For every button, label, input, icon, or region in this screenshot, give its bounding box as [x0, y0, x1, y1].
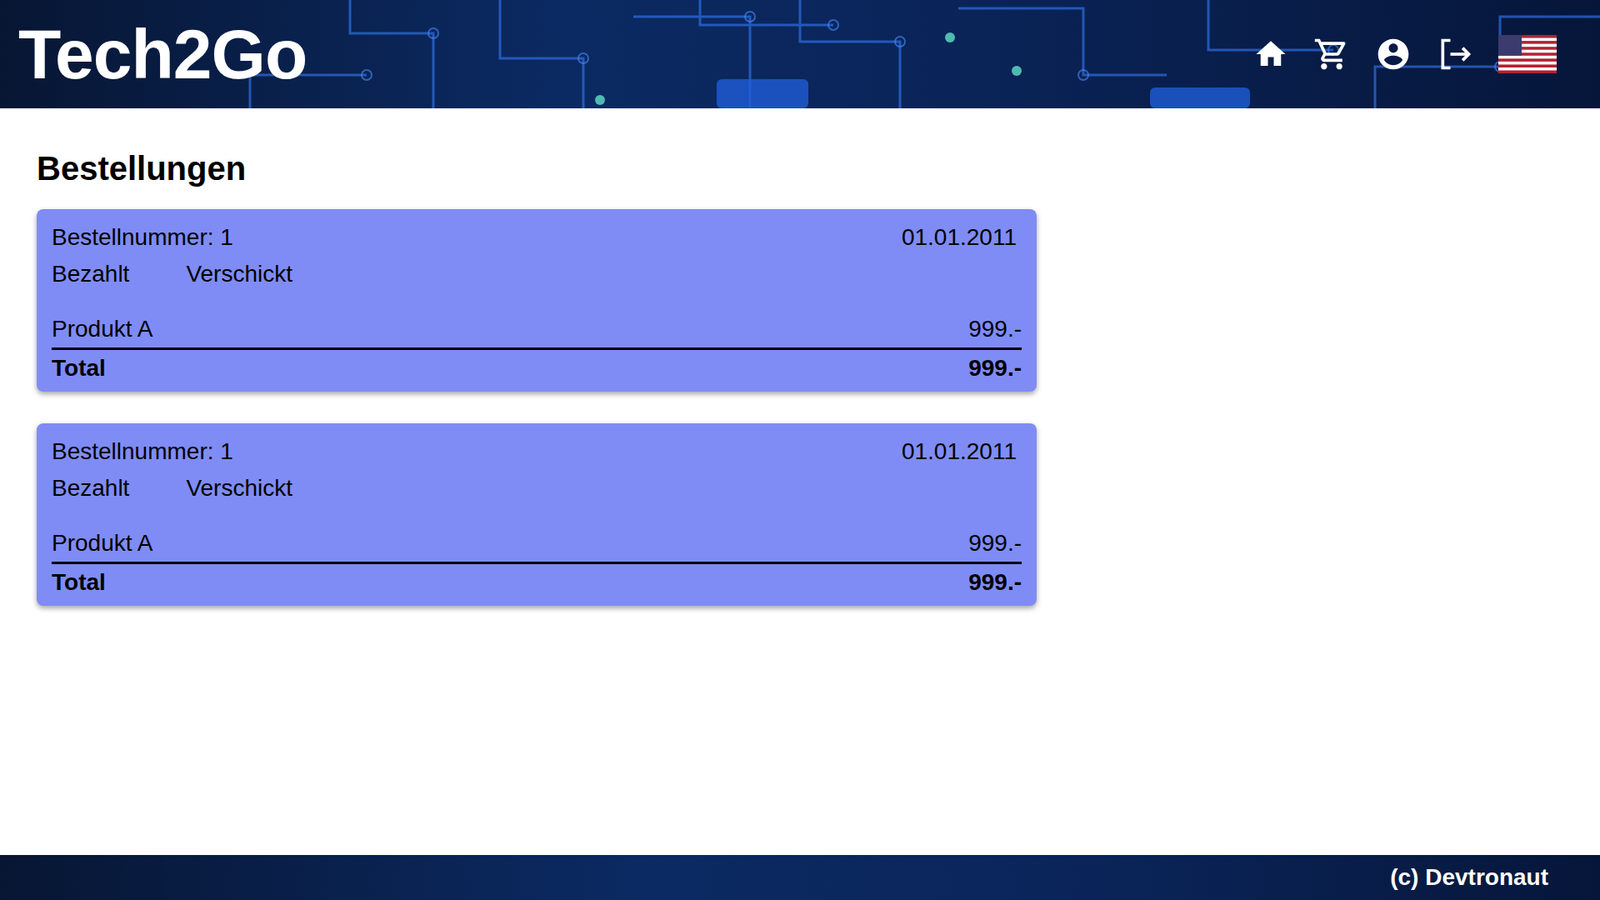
order-item: Produkt A 999.- [51, 525, 1022, 562]
order-number: Bestellnummer: 1 [51, 219, 234, 256]
main-nav [1253, 35, 1582, 74]
order-items: Produkt A 999.- [51, 525, 1022, 565]
order-status: Verschickt [185, 255, 293, 293]
logout-icon[interactable] [1436, 35, 1474, 73]
order-total: Total 999.- [51, 564, 1022, 601]
order-total: Total 999.- [51, 350, 1022, 387]
item-name: Produkt A [51, 525, 153, 562]
item-price: 999.- [968, 525, 1022, 562]
total-amount: 999.- [968, 350, 1022, 387]
order-header: Bestellnummer: 1 01.01.2011 [51, 433, 1022, 470]
order-number: Bestellnummer: 1 [51, 433, 234, 470]
order-header: Bestellnummer: 1 01.01.2011 [51, 219, 1022, 256]
copyright: (c) Devtronaut [1390, 860, 1549, 895]
total-label: Total [51, 350, 106, 387]
total-label: Total [51, 564, 106, 601]
order-date: 01.01.2011 [901, 219, 1022, 256]
logo[interactable]: Tech2Go [18, 19, 307, 90]
header: Tech2Go [0, 0, 1600, 109]
order-card: Bestellnummer: 1 01.01.2011 Bezahlt Verschi… [36, 423, 1037, 606]
order-items: Produkt A 999.- [51, 310, 1022, 350]
total-amount: 999.- [968, 564, 1022, 601]
footer: (c) Devtronaut [0, 855, 1600, 900]
order-status: Bezahlt [51, 255, 130, 293]
order-date: 01.01.2011 [901, 433, 1022, 470]
home-icon[interactable] [1253, 36, 1289, 72]
cart-icon[interactable] [1313, 35, 1350, 73]
order-statuses: Bezahlt Verschickt [51, 470, 1022, 507]
orders-page: Bestellungen Bestellnummer: 101.01.2011B… [0, 108, 1600, 855]
order-status: Verschickt [185, 470, 293, 507]
order-list: Bestellnummer: 1 01.01.2011 Bezahlt Verschi… [36, 209, 1564, 606]
order-status: Bezahlt [51, 470, 130, 507]
account-icon[interactable] [1375, 35, 1412, 73]
page-title: Bestellungen [36, 148, 1564, 189]
item-price: 999.- [968, 310, 1022, 348]
us-flag-icon[interactable] [1498, 35, 1557, 74]
order-card: Bestellnummer: 1 01.01.2011 Bezahlt Verschi… [36, 209, 1037, 392]
item-name: Produkt A [51, 310, 153, 348]
order-statuses: Bezahlt Verschickt [51, 255, 1022, 293]
order-item: Produkt A 999.- [51, 310, 1022, 348]
